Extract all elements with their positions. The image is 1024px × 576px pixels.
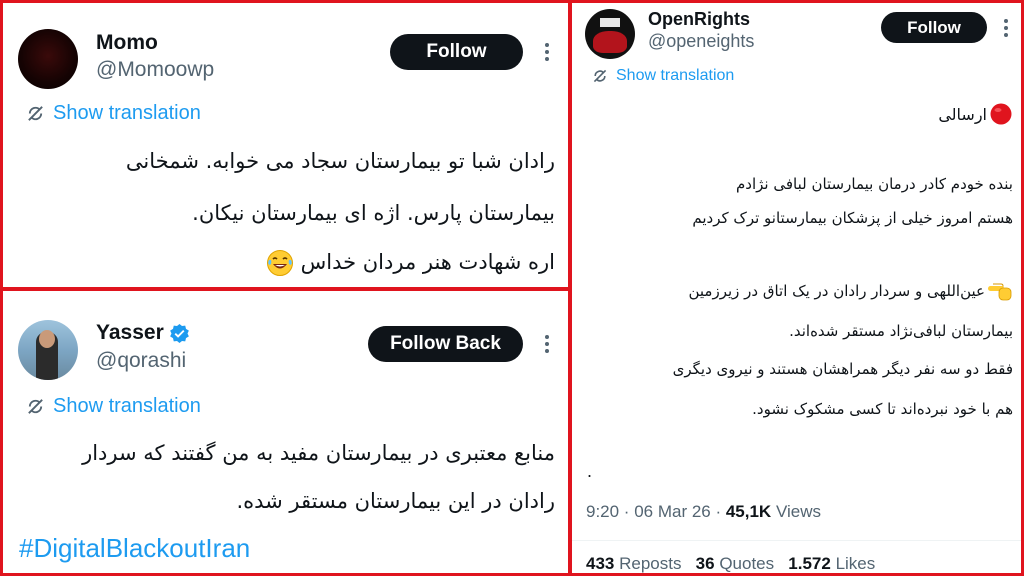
engagement-row: 433 Reposts 36 Quotes 1.572 Likes xyxy=(586,554,875,573)
tweet-text-line-a2: هستم امروز خیلی از پزشکان بیمارستانو ترک… xyxy=(692,209,1013,227)
likes-link[interactable]: 1.572 Likes xyxy=(788,554,875,573)
tweet-text-line-1: رادان شبا تو بیمارستان سجاد می خوابه. شم… xyxy=(125,149,555,173)
tweet-text-title-label: ارسالی xyxy=(938,104,987,124)
avatar-sign xyxy=(600,18,620,27)
translate-icon xyxy=(593,69,607,83)
tweet-text-line-2: بیمارستان پارس. اژه ای بیمارستان نیکان. xyxy=(192,201,555,225)
avatar[interactable] xyxy=(18,320,78,380)
user-handle[interactable]: @qorashi xyxy=(96,349,186,373)
tweet-text-line-b1: عین‌اللهی و سردار رادان در یک اتاق در زی… xyxy=(688,280,1013,302)
tweet-text-line-a1: بنده خودم کادر درمان بیمارستان لبافی نژا… xyxy=(735,175,1013,193)
more-options-icon[interactable] xyxy=(544,43,550,61)
tweet-text-line-b1-label: عین‌اللهی و سردار رادان در یک اتاق در زی… xyxy=(688,282,985,300)
show-translation-link[interactable]: Show translation xyxy=(26,102,201,125)
reposts-link[interactable]: 433 Reposts xyxy=(586,554,681,573)
tweet-text-line-b3: فقط دو سه نفر دیگر همراهشان هستند و نیرو… xyxy=(672,360,1013,378)
laughing-tears-icon xyxy=(266,250,293,276)
verified-badge-icon xyxy=(169,323,189,343)
quotes-link[interactable]: 36 Quotes xyxy=(696,554,774,573)
show-translation-label: Show translation xyxy=(53,395,201,417)
more-options-icon[interactable] xyxy=(544,335,550,353)
likes-label: Likes xyxy=(835,554,876,573)
user-name[interactable]: OpenRights xyxy=(648,9,750,30)
follow-back-button[interactable]: Follow Back xyxy=(368,326,523,362)
follow-button[interactable]: Follow xyxy=(881,12,987,43)
tweet-text-title: ارسالی xyxy=(938,102,1013,126)
tweet-momo: Momo @Momoowp Follow Show translation را… xyxy=(0,0,571,290)
avatar[interactable] xyxy=(585,9,635,59)
tweet-text-line-b2: بیمارستان لبافی‌نژاد مستقر شده‌اند. xyxy=(789,322,1013,340)
show-translation-label: Show translation xyxy=(616,67,735,84)
tweet-openrights: OpenRights @openeights Follow Show trans… xyxy=(569,0,1024,576)
quotes-count: 36 xyxy=(695,554,715,573)
show-translation-label: Show translation xyxy=(53,102,201,124)
hashtag-link[interactable]: #DigitalBlackoutIran xyxy=(19,533,250,564)
tweet-text-line-2: رادان در این بیمارستان مستقر شده. xyxy=(236,489,555,513)
user-handle[interactable]: @openeights xyxy=(648,31,754,52)
reposts-label: Reposts xyxy=(619,554,682,573)
pointing-hand-icon xyxy=(988,283,1012,301)
tweet-text-dot: . xyxy=(587,461,593,481)
show-translation-link[interactable]: Show translation xyxy=(26,395,201,418)
quotes-label: Quotes xyxy=(719,554,775,573)
red-circle-icon xyxy=(990,103,1012,125)
likes-count: 1.572 xyxy=(788,554,831,573)
tweet-timestamp[interactable]: 9:20 · 06 Mar 26 · xyxy=(586,502,726,521)
translate-icon xyxy=(28,106,43,121)
reposts-count: 433 xyxy=(586,554,615,573)
tweet-yasser: Yasser @qorashi Follow Back Show transla… xyxy=(0,288,571,576)
show-translation-link[interactable]: Show translation xyxy=(592,67,734,85)
user-name[interactable]: Yasser xyxy=(96,321,190,345)
avatar[interactable] xyxy=(18,29,78,89)
follow-button[interactable]: Follow xyxy=(390,34,523,70)
user-name-label: Yasser xyxy=(96,321,164,344)
tweet-text-line-b4: هم با خود نبرده‌اند تا کسی مشکوک نشود. xyxy=(752,400,1013,418)
views-count: 45,1K xyxy=(725,502,772,521)
views-label: Views xyxy=(775,502,821,521)
tweet-divider xyxy=(572,540,1021,541)
user-handle[interactable]: @Momoowp xyxy=(96,58,214,82)
tweet-timestamp-row: 9:20 · 06 Mar 26 · 45,1K Views xyxy=(586,502,821,522)
avatar-blood-splash xyxy=(593,31,627,53)
more-options-icon[interactable] xyxy=(1003,19,1009,37)
avatar-face xyxy=(39,330,55,348)
user-name[interactable]: Momo xyxy=(96,31,158,55)
tweet-text-line-3-label: اره شهادت هنر مردان خداس xyxy=(300,250,555,274)
tweet-text-line-1: منابع معتبری در بیمارستان مفید به من گفت… xyxy=(82,441,555,465)
translate-icon xyxy=(28,399,43,414)
tweet-text-line-3: اره شهادت هنر مردان خداس xyxy=(266,249,555,277)
